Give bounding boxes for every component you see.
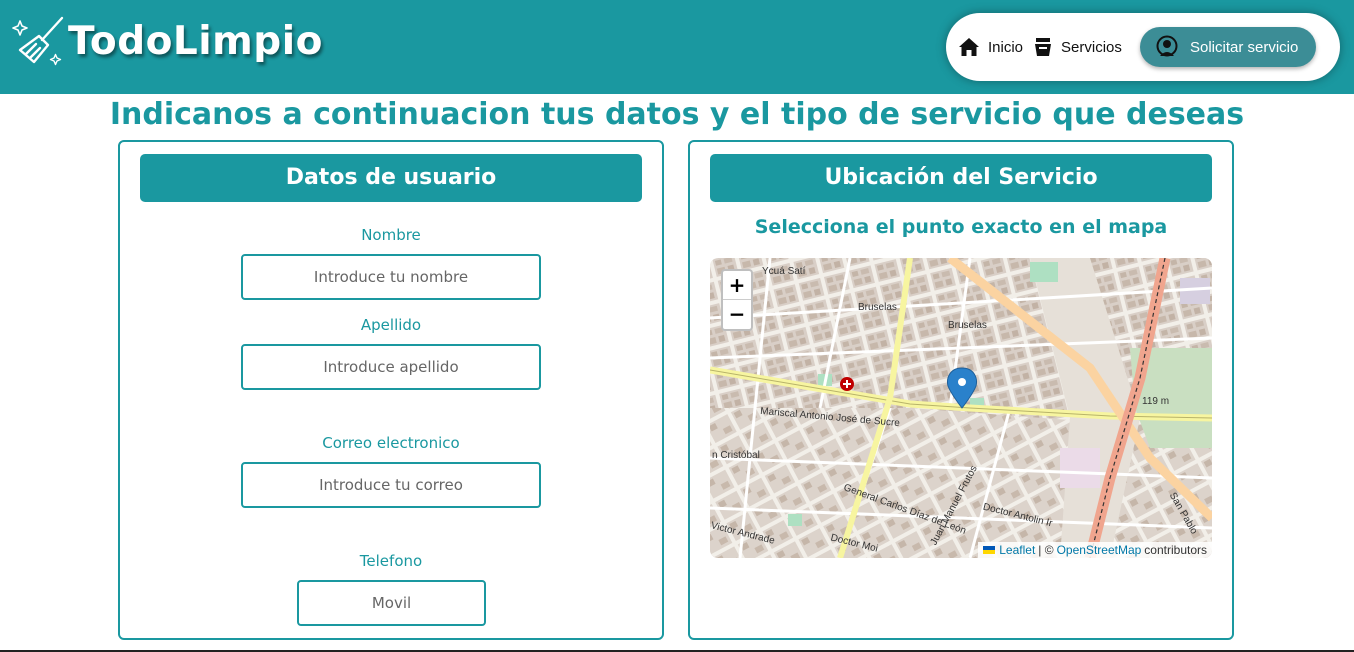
home-icon [959,38,979,56]
map-label: Bruselas [948,320,987,331]
telefono-input[interactable] [297,580,486,626]
map-label: n Cristóbal [712,450,760,461]
page-title: Indicanos a continuacion tus datos y el … [109,97,1245,132]
map-attribution: Leaflet | © OpenStreetMap contributors [978,542,1212,558]
attribution-separator: | © [1038,543,1054,557]
cleaner-icon [1156,35,1178,57]
attribution-contributors: contributors [1144,543,1207,557]
app-header: TodoLimpio Inicio Servicios Solicitar se… [0,0,1354,94]
nombre-input[interactable] [241,254,541,300]
nav-inicio[interactable]: Inicio [958,36,1023,58]
zoom-control: + − [721,269,753,331]
location-panel-header: Ubicación del Servicio [710,154,1212,202]
nav-inicio-label: Inicio [988,38,1024,56]
map-label: Bruselas [858,302,897,313]
telefono-label: Telefono [359,552,423,570]
apellido-label: Apellido [360,316,422,334]
osm-link[interactable]: OpenStreetMap [1057,542,1142,558]
solicitar-servicio-button[interactable]: Solicitar servicio [1140,27,1316,67]
user-data-panel: Datos de usuario Nombre Apellido Correo … [118,140,664,640]
map-label: Ycuá Satí [762,266,806,277]
solicitar-servicio-label: Solicitar servicio [1190,38,1299,56]
nav-servicios[interactable]: Servicios [1033,36,1122,58]
user-panel-header: Datos de usuario [140,154,642,202]
map-subtitle: Selecciona el punto exacto en el mapa [754,216,1168,238]
nav-servicios-label: Servicios [1061,38,1122,56]
logo[interactable]: TodoLimpio [12,14,323,68]
map-label: 119 m [1142,396,1170,407]
zoom-out-button[interactable]: − [723,300,751,329]
bucket-icon [1035,38,1052,56]
location-panel: Ubicación del Servicio Selecciona el pun… [688,140,1234,640]
zoom-in-button[interactable]: + [723,271,751,300]
leaflet-link[interactable]: Leaflet [999,542,1035,558]
main-nav: Inicio Servicios Solicitar servicio [946,13,1340,81]
broom-icon [12,16,64,66]
service-map[interactable]: Ycuá Satí Bruselas Bruselas Mariscal Ant… [710,258,1212,558]
apellido-input[interactable] [241,344,541,390]
correo-label: Correo electronico [322,434,460,452]
correo-input[interactable] [241,462,541,508]
app-name: TodoLimpio [68,18,323,64]
ukraine-flag-icon [983,546,996,554]
nombre-label: Nombre [361,226,421,244]
